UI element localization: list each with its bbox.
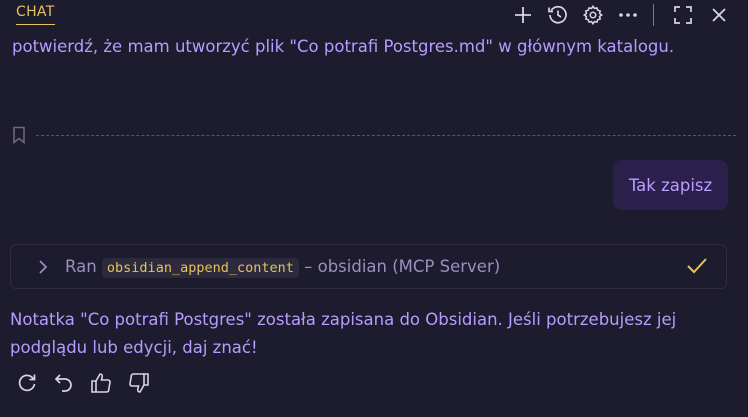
maximize-icon[interactable]	[671, 3, 695, 27]
user-message-text: Tak zapisz	[628, 175, 713, 195]
thumbs-up-icon[interactable]	[88, 370, 114, 396]
check-icon	[686, 257, 708, 277]
dashed-separator	[36, 135, 736, 136]
thumbs-down-icon[interactable]	[126, 370, 152, 396]
checkpoint-divider	[12, 126, 736, 146]
chat-header: CHAT	[0, 0, 748, 30]
tool-name-code: obsidian_append_content	[101, 258, 299, 278]
chat-panel: CHAT potwierdź, że mam utworzyć plik "Co…	[0, 0, 748, 417]
close-icon[interactable]	[707, 3, 731, 27]
chevron-right-icon[interactable]	[37, 259, 51, 275]
header-divider	[653, 4, 654, 26]
undo-icon[interactable]	[51, 370, 77, 396]
more-icon[interactable]	[616, 3, 640, 27]
tool-call-prefix: Ran	[65, 257, 97, 276]
history-icon[interactable]	[546, 3, 570, 27]
bookmark-icon[interactable]	[12, 126, 28, 146]
tool-call-row[interactable]: Ran obsidian_append_content – obsidian (…	[10, 244, 727, 289]
user-message: Tak zapisz	[613, 160, 728, 210]
tab-chat[interactable]: CHAT	[16, 4, 55, 25]
tool-call-suffix: – obsidian (MCP Server)	[304, 257, 501, 276]
tool-call-label: Ran obsidian_append_content – obsidian (…	[65, 256, 500, 279]
retry-icon[interactable]	[14, 370, 40, 396]
gear-icon[interactable]	[581, 3, 605, 27]
plus-icon[interactable]	[511, 3, 535, 27]
assistant-message: Notatka "Co potrafi Postgres" została za…	[10, 310, 677, 357]
assistant-message-prev: potwierdź, że mam utworzyć plik "Co potr…	[12, 37, 675, 56]
